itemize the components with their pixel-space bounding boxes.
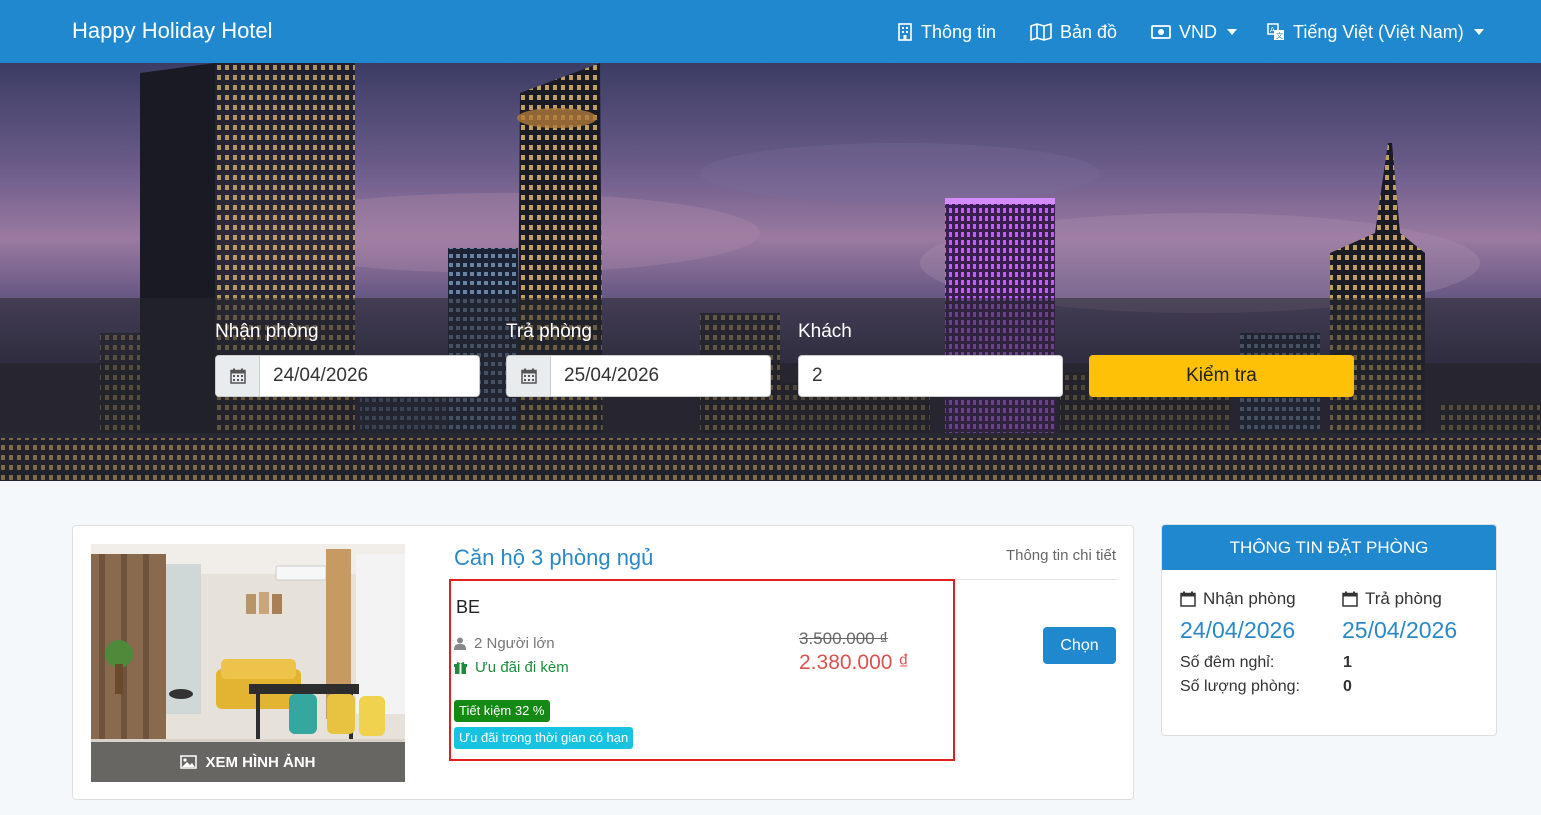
gift-icon — [454, 662, 467, 674]
image-icon — [180, 755, 198, 769]
rate-plan-name: BE — [456, 597, 481, 617]
translate-icon: A文 — [1267, 23, 1284, 40]
chevron-down-icon — [1473, 29, 1484, 35]
checkin-label: Nhận phòng — [215, 321, 319, 342]
perk-info[interactable]: Ưu đãi đi kèm — [454, 659, 569, 676]
hero-banner: Nhận phòng 24/04/2026 Trả phòng 25/04/20… — [0, 63, 1541, 481]
original-price: 3.500.000 ₫ — [799, 629, 889, 648]
booking-checkin-date: 24/04/2026 — [1180, 617, 1296, 643]
user-icon — [454, 637, 466, 650]
booking-checkout-label-row: Trả phòng — [1342, 589, 1442, 609]
checkin-field[interactable]: 24/04/2026 — [215, 355, 480, 397]
checkin-value: 24/04/2026 — [273, 365, 369, 386]
rooms-count-label: Số lượng phòng: — [1180, 678, 1300, 695]
navbar: Happy Holiday Hotel Thông tin Bản đồ VND… — [0, 0, 1541, 63]
occupancy-label: 2 Người lớn — [474, 635, 555, 652]
money-icon — [1151, 25, 1171, 39]
guests-label: Khách — [798, 321, 852, 342]
booking-checkin-label: Nhận phòng — [1203, 589, 1296, 608]
view-photos-label: XEM HÌNH ẢNH — [205, 753, 316, 771]
limited-offer-badge: Ưu đãi trong thời gian có hạn — [454, 727, 634, 749]
perk-label: Ưu đãi đi kèm — [475, 659, 569, 676]
calendar-icon — [507, 356, 551, 396]
booking-checkout-label: Trả phòng — [1365, 589, 1442, 608]
nights-value: 1 — [1343, 654, 1352, 671]
choose-room-button[interactable]: Chọn — [1043, 627, 1116, 664]
booking-checkin-label-row: Nhận phòng — [1180, 589, 1296, 609]
booking-summary-panel: THÔNG TIN ĐẶT PHÒNG Nhận phòng Trả phòng… — [1161, 524, 1497, 736]
discounted-price: 2.380.000 ₫ — [799, 651, 910, 674]
svg-text:A: A — [1270, 26, 1275, 34]
booking-summary-title: THÔNG TIN ĐẶT PHÒNG — [1162, 525, 1496, 570]
occupancy-info: 2 Người lớn — [454, 635, 555, 652]
nav-language-label: Tiếng Việt (Việt Nam) — [1293, 21, 1464, 42]
room-photo[interactable]: XEM HÌNH ẢNH — [91, 544, 405, 782]
nav-info[interactable]: Thông tin — [897, 20, 996, 44]
building-icon — [898, 23, 912, 41]
brand-title[interactable]: Happy Holiday Hotel — [72, 18, 273, 44]
booking-checkout-date: 25/04/2026 — [1342, 617, 1458, 643]
checkout-value: 25/04/2026 — [564, 365, 660, 386]
nav-currency-label: VND — [1179, 21, 1218, 42]
checkout-label: Trả phòng — [506, 321, 592, 342]
nav-currency-dropdown[interactable]: VND — [1151, 20, 1238, 44]
svg-text:文: 文 — [1276, 31, 1283, 40]
room-title[interactable]: Căn hộ 3 phòng ngủ — [454, 545, 653, 571]
nav-map[interactable]: Bản đồ — [1030, 20, 1117, 44]
room-details-link[interactable]: Thông tin chi tiết — [1006, 547, 1116, 564]
calendar-icon — [1342, 591, 1358, 607]
nav-map-label: Bản đồ — [1060, 21, 1118, 42]
rooms-count-value: 0 — [1343, 678, 1352, 695]
room-card: XEM HÌNH ẢNH Căn hộ 3 phòng ngủ Thông ti… — [72, 525, 1134, 800]
nav-language-dropdown[interactable]: A文 Tiếng Việt (Việt Nam) — [1267, 20, 1484, 44]
nav-info-label: Thông tin — [921, 21, 997, 42]
guests-input[interactable]: 2 — [798, 355, 1063, 397]
calendar-icon — [216, 356, 260, 396]
view-photos-button[interactable]: XEM HÌNH ẢNH — [91, 742, 405, 782]
chevron-down-icon — [1227, 29, 1238, 35]
checkout-field[interactable]: 25/04/2026 — [506, 355, 771, 397]
saving-badge: Tiết kiệm 32 % — [454, 700, 550, 722]
nights-label: Số đêm nghỉ: — [1180, 654, 1275, 671]
guests-value: 2 — [812, 365, 823, 386]
check-availability-button[interactable]: Kiểm tra — [1089, 355, 1354, 397]
calendar-icon — [1180, 591, 1196, 607]
map-icon — [1030, 23, 1052, 41]
rate-plan-highlight: BE 2 Người lớn Ưu đãi đi kèm 3.500.000 ₫… — [449, 579, 955, 761]
